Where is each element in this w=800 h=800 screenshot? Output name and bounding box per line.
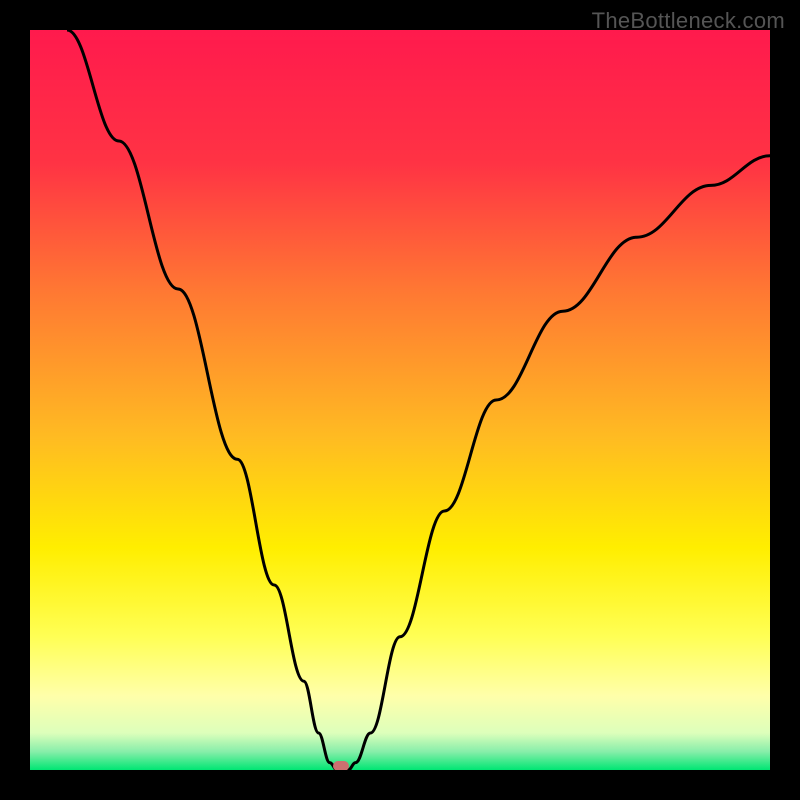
chart-container bbox=[30, 30, 770, 770]
watermark-text: TheBottleneck.com bbox=[592, 8, 785, 34]
optimal-marker bbox=[333, 761, 349, 770]
bottleneck-curve bbox=[30, 30, 770, 770]
